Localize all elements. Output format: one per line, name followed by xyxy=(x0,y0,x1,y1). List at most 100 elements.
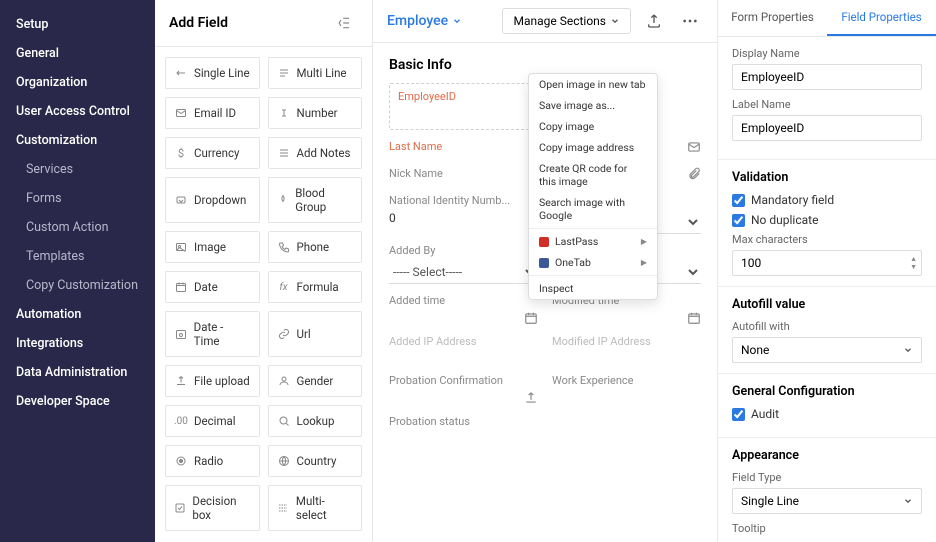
field-type-formula[interactable]: fxFormula xyxy=(268,271,363,303)
nav-item[interactable]: User Access Control xyxy=(0,97,155,126)
field-type-url[interactable]: Url xyxy=(268,311,363,357)
field-type-email-id[interactable]: Email ID xyxy=(165,97,260,129)
field-type-icon: fx xyxy=(277,280,291,294)
label-name-input[interactable] xyxy=(732,115,922,141)
field-type-phone[interactable]: Phone xyxy=(268,231,363,263)
export-icon[interactable] xyxy=(641,8,667,34)
field-nick-name[interactable]: Nick Name xyxy=(389,167,538,184)
nav-item[interactable]: Developer Space xyxy=(0,387,155,416)
field-added-by[interactable]: Added By ----- Select----- xyxy=(389,244,538,284)
field-probation-confirmation[interactable]: Probation Confirmation xyxy=(389,374,538,405)
autofill-with-label: Autofill with xyxy=(732,320,922,333)
audit-checkbox[interactable]: Audit xyxy=(732,407,922,421)
field-probation-status[interactable]: Probation status xyxy=(389,415,701,428)
nav-item[interactable]: Data Administration xyxy=(0,358,155,387)
no-duplicate-checkbox[interactable]: No duplicate xyxy=(732,213,922,227)
nav-item[interactable]: Setup xyxy=(0,10,155,39)
tab-field-properties[interactable]: Field Properties xyxy=(827,0,936,36)
context-menu-item[interactable]: Copy image address xyxy=(529,137,657,158)
field-type-icon xyxy=(277,146,291,160)
attachment-icon xyxy=(687,167,701,181)
email-icon xyxy=(687,140,701,154)
properties-panel: Form Properties Field Properties Display… xyxy=(718,0,936,542)
section-title: Basic Info xyxy=(389,57,701,73)
nav-item-copy-customization[interactable]: Copy Customization xyxy=(0,271,155,300)
nav-item[interactable]: Organization xyxy=(0,68,155,97)
field-type-gender[interactable]: Gender xyxy=(268,365,363,397)
field-added-ip[interactable]: Added IP Address xyxy=(389,335,538,352)
field-type-lookup[interactable]: Lookup xyxy=(268,405,363,437)
field-type-file-upload[interactable]: File upload xyxy=(165,365,260,397)
field-type-decision-box[interactable]: Decision box xyxy=(165,485,260,531)
field-type-icon xyxy=(174,193,188,207)
context-menu-item[interactable]: Copy image xyxy=(529,116,657,137)
validation-title: Validation xyxy=(732,170,922,185)
lastpass-icon xyxy=(539,237,549,247)
field-type-icon: .00 xyxy=(174,414,188,428)
spin-down-icon[interactable]: ▼ xyxy=(910,263,917,271)
more-icon[interactable] xyxy=(677,8,703,34)
field-type-select[interactable]: Single Line xyxy=(732,488,922,514)
field-type-date[interactable]: Date xyxy=(165,271,260,303)
field-type-currency[interactable]: $Currency xyxy=(165,137,260,169)
autofill-with-select[interactable]: None xyxy=(732,337,922,363)
tab-form-properties[interactable]: Form Properties xyxy=(718,0,827,36)
context-menu-item[interactable]: Search image with Google xyxy=(529,192,657,226)
collapse-icon[interactable] xyxy=(332,10,358,36)
field-last-name[interactable]: Last Name xyxy=(389,140,538,157)
context-menu-ext-onetab[interactable]: OneTab▶ xyxy=(529,252,657,273)
field-employee-id[interactable]: EmployeeID xyxy=(389,83,538,130)
context-menu-item[interactable]: Create QR code for this image xyxy=(529,158,657,192)
context-menu-item[interactable]: Save image as... xyxy=(529,95,657,116)
field-type-image[interactable]: Image xyxy=(165,231,260,263)
context-menu-inspect[interactable]: Inspect xyxy=(529,278,657,299)
nav-item-forms[interactable]: Forms xyxy=(0,184,155,213)
field-type-multi-select[interactable]: Multi-select xyxy=(268,485,363,531)
field-type-date-time[interactable]: Date - Time xyxy=(165,311,260,357)
nav-item[interactable]: Integrations xyxy=(0,329,155,358)
nav-item-templates[interactable]: Templates xyxy=(0,242,155,271)
calendar-icon xyxy=(524,311,538,325)
field-type-radio[interactable]: Radio xyxy=(165,445,260,477)
field-type-country[interactable]: Country xyxy=(268,445,363,477)
nav-item[interactable]: Automation xyxy=(0,300,155,329)
field-type-add-notes[interactable]: Add Notes xyxy=(268,137,363,169)
chevron-down-icon xyxy=(452,16,462,26)
field-type-decimal[interactable]: .00Decimal xyxy=(165,405,260,437)
nav-item-services[interactable]: Services xyxy=(0,155,155,184)
field-type-icon xyxy=(277,374,291,388)
manage-sections-button[interactable]: Manage Sections xyxy=(502,8,631,34)
nav-item[interactable]: Customization xyxy=(0,126,155,155)
nav-item[interactable]: General xyxy=(0,39,155,68)
nav-item-custom-action[interactable]: Custom Action xyxy=(0,213,155,242)
field-type-icon xyxy=(277,327,291,341)
field-added-time[interactable]: Added time xyxy=(389,294,538,325)
spin-up-icon[interactable]: ▲ xyxy=(910,255,917,263)
form-name-dropdown[interactable]: Employee xyxy=(387,13,462,29)
field-nin[interactable]: National Identity Numb... 0 xyxy=(389,194,538,234)
general-config-title: General Configuration xyxy=(732,384,922,399)
mandatory-checkbox[interactable]: Mandatory field xyxy=(732,193,922,207)
field-type-number[interactable]: Number xyxy=(268,97,363,129)
field-type-multi-line[interactable]: Multi Line xyxy=(268,57,363,89)
select-input[interactable]: ----- Select----- xyxy=(389,261,538,284)
context-menu-item[interactable]: Open image in new tab xyxy=(529,74,657,95)
field-type-dropdown[interactable]: Dropdown xyxy=(165,177,260,223)
palette-title: Add Field xyxy=(169,15,228,31)
label-display-name: Display Name xyxy=(732,47,922,60)
field-type-icon xyxy=(174,454,188,468)
field-work-experience[interactable]: Work Experience xyxy=(552,374,701,405)
label-label-name: Label Name xyxy=(732,98,922,111)
field-type-icon xyxy=(277,106,291,120)
max-chars-input[interactable]: ▲▼ xyxy=(732,250,922,276)
field-type-icon xyxy=(277,240,291,254)
display-name-input[interactable] xyxy=(732,64,922,90)
field-type-single-line[interactable]: Single Line xyxy=(165,57,260,89)
context-menu-ext-lastpass[interactable]: LastPass▶ xyxy=(529,231,657,252)
field-modified-ip[interactable]: Modified IP Address xyxy=(552,335,701,352)
context-menu: Open image in new tab Save image as... C… xyxy=(528,73,658,300)
field-type-icon xyxy=(277,66,291,80)
onetab-icon xyxy=(539,258,549,268)
appearance-title: Appearance xyxy=(732,448,922,463)
field-type-blood-group[interactable]: Blood Group xyxy=(268,177,363,223)
